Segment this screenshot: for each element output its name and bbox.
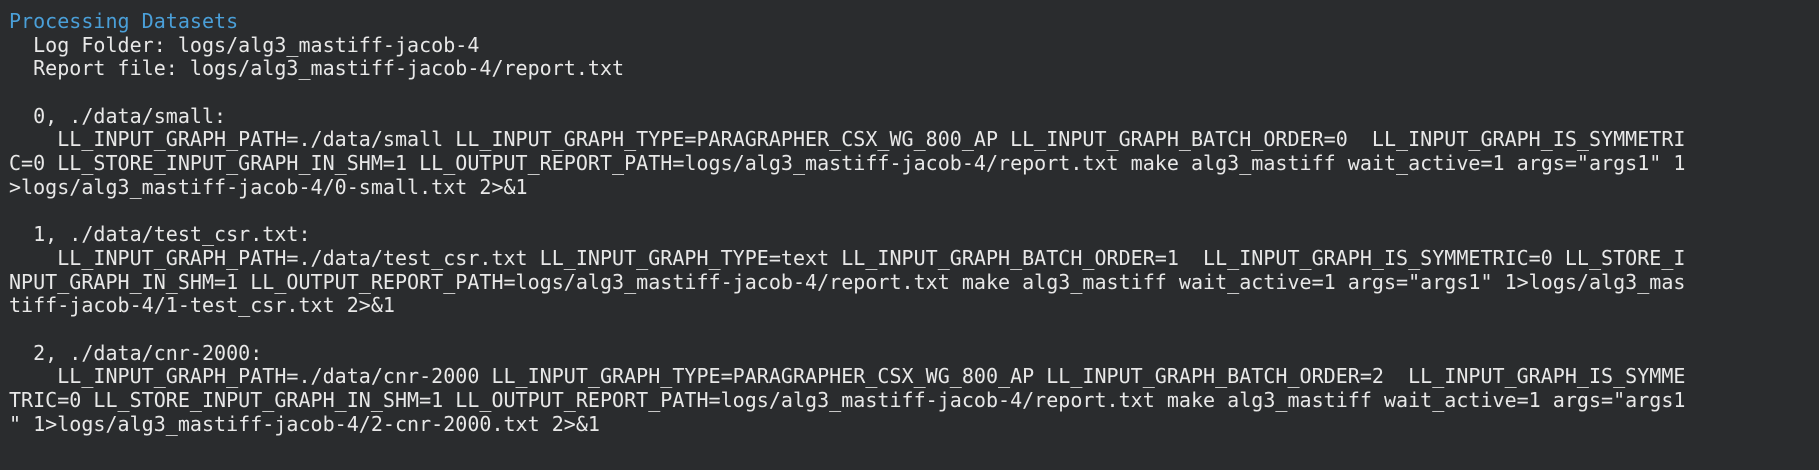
- dataset-0-command-line-2: C=0 LL_STORE_INPUT_GRAPH_IN_SHM=1 LL_OUT…: [9, 151, 1686, 176]
- dataset-1-command-line-3: tiff-jacob-4/1-test_csr.txt 2>&1: [9, 293, 395, 318]
- dataset-2-command-line-2: TRIC=0 LL_STORE_INPUT_GRAPH_IN_SHM=1 LL_…: [9, 388, 1686, 412]
- dataset-0-heading: 0, ./data/small:: [9, 103, 227, 128]
- dataset-0-command-line-3: >logs/alg3_mastiff-jacob-4/0-small.txt 2…: [9, 174, 528, 199]
- dataset-2-command-line-1: LL_INPUT_GRAPH_PATH=./data/cnr-2000 LL_I…: [9, 364, 1686, 389]
- terminal-window[interactable]: Processing Datasets Log Folder: logs/alg…: [0, 0, 1819, 470]
- log-folder-line: Log Folder: logs/alg3_mastiff-jacob-4: [9, 32, 480, 57]
- dataset-1-heading: 1, ./data/test_csr.txt:: [9, 222, 311, 247]
- processing-datasets-heading: Processing Datasets: [9, 9, 239, 33]
- dataset-2-command-line-3: " 1>logs/alg3_mastiff-jacob-4/2-cnr-2000…: [9, 411, 600, 436]
- dataset-0-command-line-1: LL_INPUT_GRAPH_PATH=./data/small LL_INPU…: [9, 127, 1686, 152]
- report-file-line: Report file: logs/alg3_mastiff-jacob-4/r…: [9, 56, 625, 81]
- dataset-1-command-line-2: NPUT_GRAPH_IN_SHM=1 LL_OUTPUT_REPORT_PAT…: [9, 269, 1686, 294]
- dataset-2-heading: 2, ./data/cnr-2000:: [9, 340, 263, 365]
- dataset-1-command-line-1: LL_INPUT_GRAPH_PATH=./data/test_csr.txt …: [9, 245, 1686, 270]
